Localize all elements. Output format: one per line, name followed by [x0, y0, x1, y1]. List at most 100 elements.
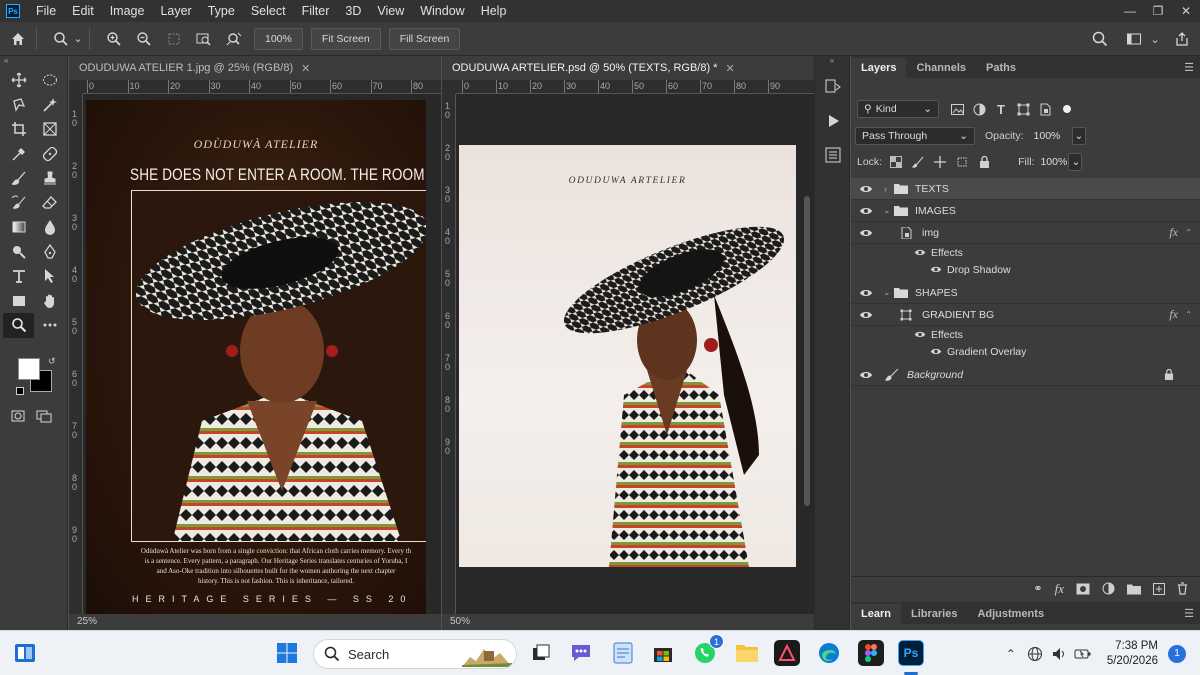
expand-panels-icon[interactable]: « [815, 56, 849, 70]
dodge-tool-icon[interactable] [3, 240, 34, 265]
lock-artboard-icon[interactable] [954, 154, 970, 170]
visibility-eye-icon[interactable] [859, 184, 873, 194]
layer-effects[interactable]: Effects [851, 244, 1200, 261]
pen-tool-icon[interactable] [34, 240, 65, 265]
default-colors-icon[interactable] [16, 387, 24, 395]
effect-eye-icon[interactable] [930, 347, 942, 356]
frame-tool-icon[interactable] [34, 117, 65, 142]
history-panel-icon[interactable] [815, 70, 851, 104]
hand-tool-icon[interactable] [34, 289, 65, 314]
chevron-right-icon[interactable]: › [884, 184, 887, 194]
layer-texts[interactable]: › TEXTS [851, 178, 1200, 200]
gradient-tool-icon[interactable] [3, 215, 34, 240]
menu-help[interactable]: Help [473, 0, 515, 22]
fill-input[interactable]: 100% [1038, 153, 1069, 171]
blur-tool-icon[interactable] [34, 215, 65, 240]
layer-background[interactable]: Background [851, 364, 1200, 386]
widgets-icon[interactable] [14, 643, 36, 663]
lock-position-icon[interactable] [932, 154, 948, 170]
canvas-artboard[interactable]: ODUDUWA ARTELIER [459, 145, 796, 567]
menu-image[interactable]: Image [102, 0, 153, 22]
workspace-chevron-icon[interactable]: ⌄ [1150, 27, 1160, 51]
add-mask-icon[interactable] [1076, 583, 1090, 595]
type-tool-icon[interactable] [3, 264, 34, 289]
history-brush-tool-icon[interactable] [3, 191, 34, 216]
layer-effect-gradient-overlay[interactable]: Gradient Overlay [851, 343, 1200, 360]
close-window-icon[interactable]: ✕ [1172, 0, 1200, 22]
layer-shapes[interactable]: ⌄ SHAPES [851, 282, 1200, 304]
menu-view[interactable]: View [369, 0, 412, 22]
chevron-up-icon[interactable]: ⌃ [1185, 310, 1192, 319]
effect-eye-icon[interactable] [930, 265, 942, 274]
tab-adjustments[interactable]: Adjustments [967, 604, 1054, 624]
show-hidden-icons-icon[interactable]: ⌃ [1001, 644, 1021, 664]
document-tab-2[interactable]: ODUDUWA ARTELIER.psd @ 50% (TEXTS, RGB/8… [442, 56, 814, 80]
menu-file[interactable]: File [28, 0, 64, 22]
menu-layer[interactable]: Layer [152, 0, 199, 22]
screen-mode-icon[interactable] [36, 408, 52, 424]
chevron-down-icon[interactable]: ⌄ [73, 27, 83, 51]
zoom-out-icon[interactable] [132, 27, 156, 51]
menu-3d[interactable]: 3D [337, 0, 369, 22]
path-selection-tool-icon[interactable] [34, 264, 65, 289]
lock-icon[interactable] [1164, 369, 1174, 380]
tab-libraries[interactable]: Libraries [901, 604, 967, 624]
task-view-icon[interactable] [528, 640, 554, 666]
close-tab-icon[interactable]: ✕ [301, 62, 310, 75]
scrubby-zoom-icon[interactable] [222, 27, 246, 51]
volume-icon[interactable] [1049, 644, 1069, 664]
filter-adjustment-icon[interactable] [971, 101, 987, 117]
layer-images[interactable]: ⌄ IMAGES [851, 200, 1200, 222]
eyedropper-tool-icon[interactable] [3, 142, 34, 167]
workspace-icon[interactable] [1122, 27, 1146, 51]
whatsapp-icon[interactable]: 1 [692, 634, 724, 666]
marquee-tool-icon[interactable] [34, 68, 65, 93]
taskbar-search-input[interactable]: Search [313, 639, 517, 669]
clone-stamp-tool-icon[interactable] [34, 166, 65, 191]
quick-mask-icon[interactable] [10, 408, 26, 424]
tab-layers[interactable]: Layers [851, 58, 907, 78]
menu-window[interactable]: Window [412, 0, 472, 22]
file-explorer-icon[interactable] [734, 640, 760, 666]
battery-icon[interactable] [1073, 644, 1093, 664]
layer-gradient-bg[interactable]: GRADIENT BG fx ⌃ [851, 304, 1200, 326]
brush-tool-icon[interactable] [3, 166, 34, 191]
menu-edit[interactable]: Edit [64, 0, 102, 22]
rectangle-tool-icon[interactable] [3, 289, 34, 314]
chevron-down-icon[interactable]: ⌄ [883, 205, 891, 216]
new-adjustment-layer-icon[interactable] [1102, 582, 1115, 595]
canvas-image-1[interactable]: ODÙDUWÀ ATELIER SHE DOES NOT ENTER A ROO… [86, 100, 426, 614]
new-group-icon[interactable] [1127, 583, 1141, 595]
teams-chat-icon[interactable] [568, 640, 594, 666]
resize-windows-icon[interactable] [162, 27, 186, 51]
add-layer-style-icon[interactable]: fx [1055, 581, 1064, 597]
vertical-scrollbar[interactable] [804, 196, 810, 506]
lock-all-icon[interactable] [976, 154, 992, 170]
filter-kind-select[interactable]: ⚲ Kind ⌄ [857, 100, 939, 118]
menu-type[interactable]: Type [200, 0, 243, 22]
chevron-up-icon[interactable]: ⌃ [1185, 228, 1192, 237]
start-windows-icon[interactable] [276, 642, 298, 664]
filter-pixel-icon[interactable] [949, 101, 965, 117]
menu-select[interactable]: Select [243, 0, 294, 22]
tab-paths[interactable]: Paths [976, 58, 1026, 78]
lock-image-icon[interactable] [910, 154, 926, 170]
filter-toggle-icon[interactable] [1059, 101, 1075, 117]
language-globe-icon[interactable] [1025, 644, 1045, 664]
share-icon[interactable] [1170, 27, 1194, 51]
zoom-tool-preset-icon[interactable] [49, 27, 73, 51]
zoom-in-icon[interactable] [102, 27, 126, 51]
effects-eye-icon[interactable] [914, 248, 926, 257]
layer-effects[interactable]: Effects [851, 326, 1200, 343]
visibility-eye-icon[interactable] [859, 370, 873, 380]
foreground-color-swatch[interactable] [18, 358, 40, 380]
tab-learn[interactable]: Learn [851, 604, 901, 624]
menu-filter[interactable]: Filter [294, 0, 338, 22]
notepad-app-icon[interactable] [610, 640, 636, 666]
microsoft-store-icon[interactable] [650, 640, 676, 666]
chevron-down-icon[interactable]: ⌄ [883, 287, 891, 298]
document-tab-1[interactable]: ODUDUWA ATELIER 1.jpg @ 25% (RGB/8) ✕ [69, 56, 441, 80]
actions-play-icon[interactable] [815, 104, 851, 138]
effects-eye-icon[interactable] [914, 330, 926, 339]
minimize-icon[interactable]: — [1116, 0, 1144, 22]
